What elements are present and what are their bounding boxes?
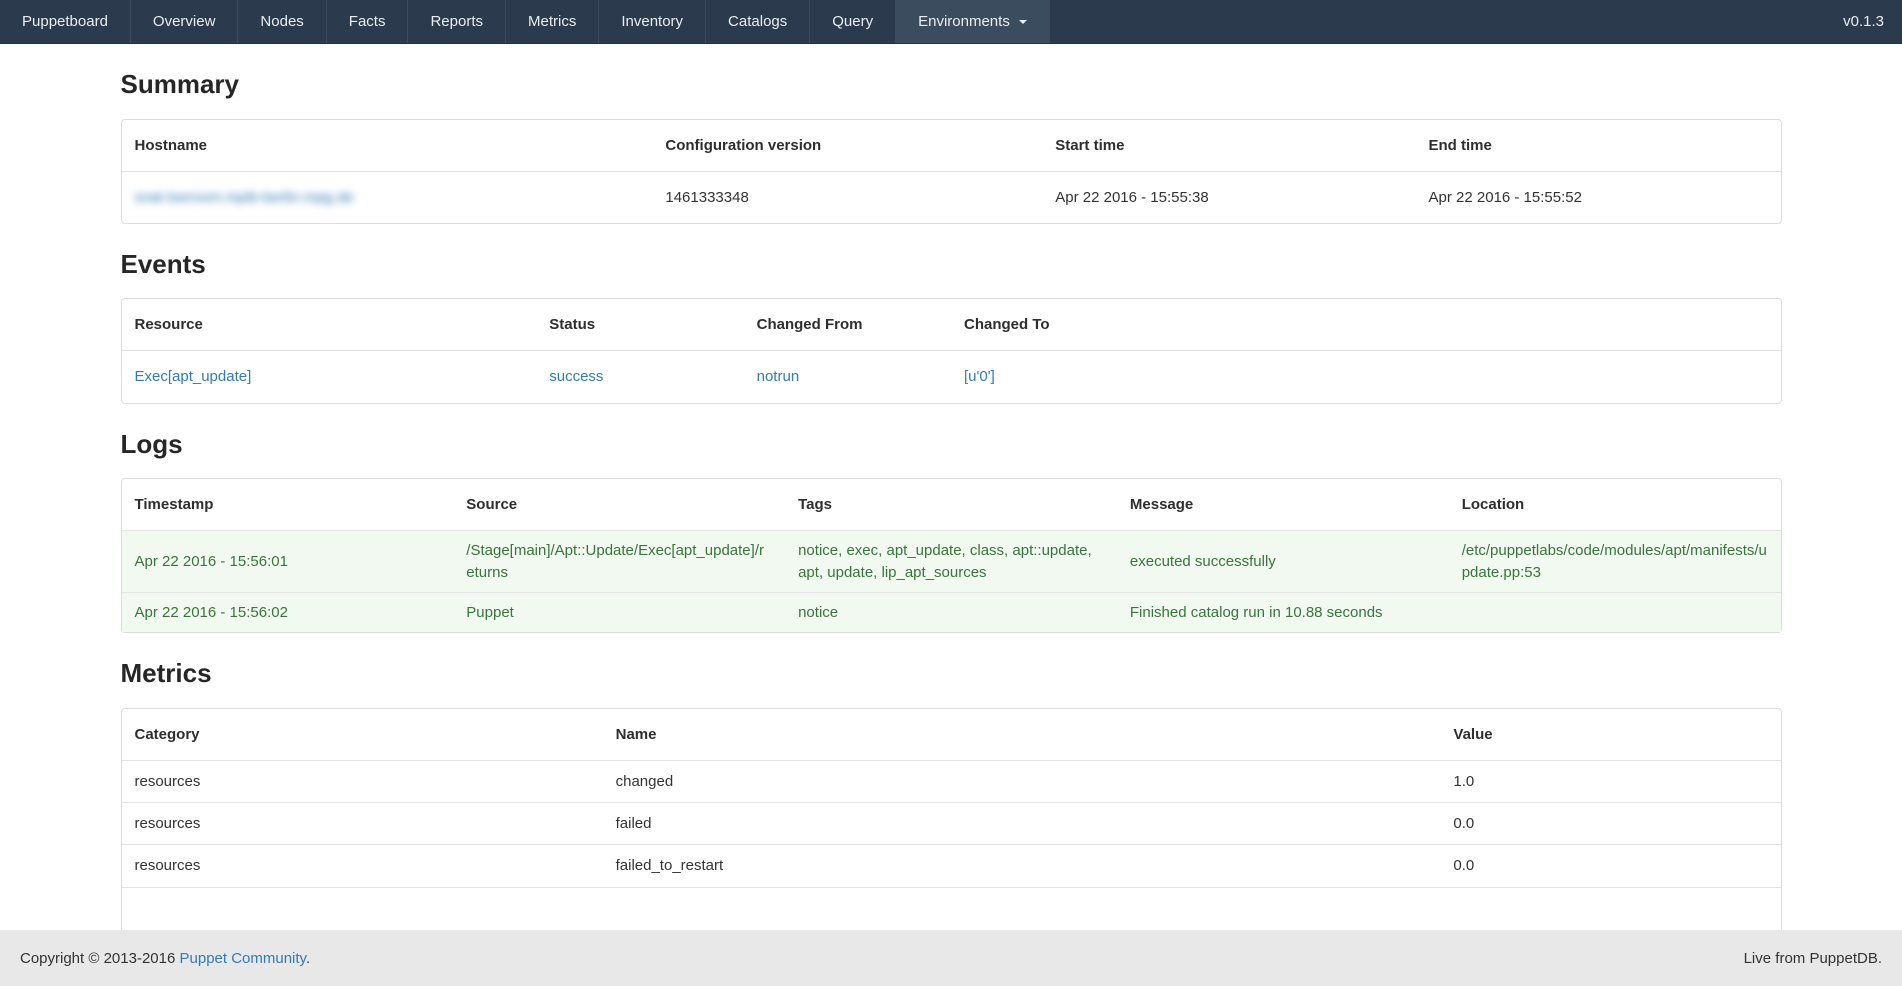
version-label: v0.1.3 <box>1825 0 1902 43</box>
metric-row: resources changed 1.0 <box>122 760 1781 802</box>
column-header-name: Name <box>603 709 1441 761</box>
metric-row: resources failed 0.0 <box>122 803 1781 845</box>
column-header-hostname: Hostname <box>122 120 653 172</box>
puppet-community-link[interactable]: Puppet Community <box>180 950 306 967</box>
config-version-cell: 1461333348 <box>652 171 1042 223</box>
metric-category-cell: resources <box>122 803 603 845</box>
nav-item-query[interactable]: Query <box>810 0 896 43</box>
copyright-suffix: . <box>306 950 310 967</box>
chevron-down-icon <box>1019 20 1027 24</box>
column-header-start-time: Start time <box>1042 120 1415 172</box>
metric-value-cell: 0.0 <box>1440 803 1780 845</box>
metric-value-cell: 1.0 <box>1440 760 1780 802</box>
column-header-end-time: End time <box>1416 120 1781 172</box>
log-tags-cell: notice <box>785 592 1117 632</box>
top-navbar: Puppetboard Overview Nodes Facts Reports… <box>0 0 1902 44</box>
logs-section-title: Logs <box>121 430 1782 459</box>
log-tags-cell: notice, exec, apt_update, class, apt::up… <box>785 531 1117 593</box>
column-header-timestamp: Timestamp <box>122 479 454 531</box>
column-header-location: Location <box>1449 479 1781 531</box>
column-header-changed-to: Changed To <box>951 299 1781 351</box>
events-section-title: Events <box>121 250 1782 279</box>
log-timestamp-cell: Apr 22 2016 - 15:56:01 <box>122 531 454 593</box>
events-table: Resource Status Changed From Changed To … <box>121 298 1782 403</box>
metric-value-cell: 0.0 <box>1440 845 1780 887</box>
nav-item-overview[interactable]: Overview <box>131 0 239 43</box>
column-header-source: Source <box>453 479 785 531</box>
metric-name-cell: changed <box>603 760 1441 802</box>
column-header-status: Status <box>536 299 743 351</box>
log-timestamp-cell: Apr 22 2016 - 15:56:02 <box>122 592 454 632</box>
logs-header-row: Timestamp Source Tags Message Location <box>122 479 1781 531</box>
metric-name-cell: failed <box>603 803 1441 845</box>
log-location-cell: /etc/puppetlabs/code/modules/apt/manifes… <box>1449 531 1781 593</box>
metric-category-cell: resources <box>122 760 603 802</box>
hostname-link-redacted[interactable]: snat-tservom.mpib-berlin.mpg.de <box>135 189 354 206</box>
status-link[interactable]: success <box>549 368 603 385</box>
summary-section-title: Summary <box>121 70 1782 99</box>
nav-item-reports[interactable]: Reports <box>408 0 506 43</box>
metrics-table: Category Name Value resources changed 1.… <box>121 708 1782 939</box>
brand-link[interactable]: Puppetboard <box>0 0 131 43</box>
metric-category-cell: resources <box>122 845 603 887</box>
log-source-cell: Puppet <box>453 592 785 632</box>
nav-item-inventory[interactable]: Inventory <box>599 0 706 43</box>
summary-row: snat-tservom.mpib-berlin.mpg.de 14613333… <box>122 171 1781 223</box>
environments-dropdown[interactable]: Environments <box>896 0 1050 43</box>
changed-to-link[interactable]: [u'0'] <box>964 368 995 385</box>
log-source-cell: /Stage[main]/Apt::Update/Exec[apt_update… <box>453 531 785 593</box>
log-message-cell: executed successfully <box>1117 531 1449 593</box>
column-header-category: Category <box>122 709 603 761</box>
copyright-prefix: Copyright © 2013-2016 <box>20 950 180 967</box>
report-page-content: Summary Hostname Configuration version S… <box>121 70 1782 939</box>
column-header-config-version: Configuration version <box>652 120 1042 172</box>
nav-item-facts[interactable]: Facts <box>327 0 409 43</box>
column-header-value: Value <box>1440 709 1780 761</box>
metric-name-cell: failed_to_restart <box>603 845 1441 887</box>
event-row: Exec[apt_update] success notrun [u'0'] <box>122 351 1781 403</box>
log-message-cell: Finished catalog run in 10.88 seconds <box>1117 592 1449 632</box>
column-header-message: Message <box>1117 479 1449 531</box>
events-header-row: Resource Status Changed From Changed To <box>122 299 1781 351</box>
metrics-header-row: Category Name Value <box>122 709 1781 761</box>
start-time-cell: Apr 22 2016 - 15:55:38 <box>1042 171 1415 223</box>
column-header-changed-from: Changed From <box>744 299 951 351</box>
log-location-cell <box>1449 592 1781 632</box>
log-row: Apr 22 2016 - 15:56:01 /Stage[main]/Apt:… <box>122 531 1781 593</box>
page-footer: Copyright © 2013-2016 Puppet Community. … <box>0 930 1902 986</box>
column-header-resource: Resource <box>122 299 537 351</box>
column-header-tags: Tags <box>785 479 1117 531</box>
nav-item-nodes[interactable]: Nodes <box>238 0 326 43</box>
log-row: Apr 22 2016 - 15:56:02 Puppet notice Fin… <box>122 592 1781 632</box>
live-from-puppetdb-text: Live from PuppetDB. <box>1744 950 1882 967</box>
metrics-section-title: Metrics <box>121 659 1782 688</box>
resource-link[interactable]: Exec[apt_update] <box>135 368 252 385</box>
summary-header-row: Hostname Configuration version Start tim… <box>122 120 1781 172</box>
copyright-text: Copyright © 2013-2016 Puppet Community. <box>20 950 310 967</box>
nav-item-metrics[interactable]: Metrics <box>506 0 599 43</box>
environments-dropdown-label: Environments <box>918 13 1010 30</box>
end-time-cell: Apr 22 2016 - 15:55:52 <box>1416 171 1781 223</box>
metric-row: resources failed_to_restart 0.0 <box>122 845 1781 887</box>
summary-table: Hostname Configuration version Start tim… <box>121 119 1782 224</box>
logs-table: Timestamp Source Tags Message Location A… <box>121 478 1782 633</box>
changed-from-link[interactable]: notrun <box>757 368 800 385</box>
nav-item-catalogs[interactable]: Catalogs <box>706 0 810 43</box>
